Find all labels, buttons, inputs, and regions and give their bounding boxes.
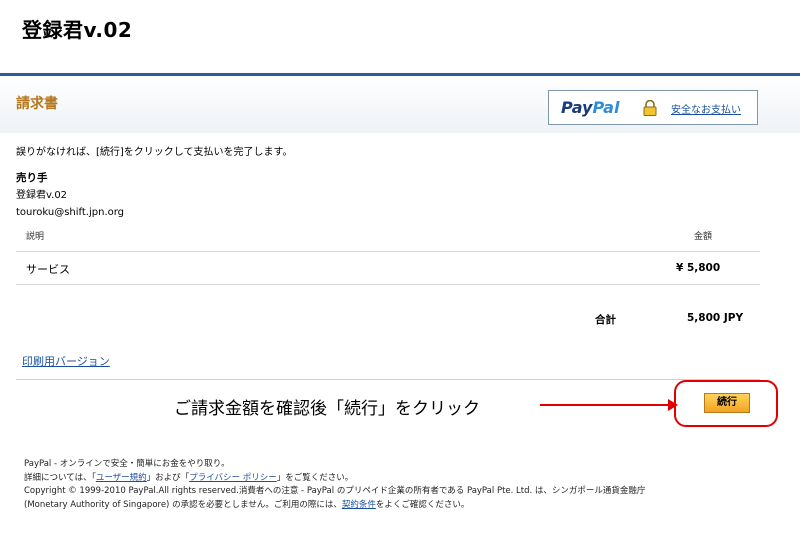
- seller-name: 登録君v.02: [16, 190, 68, 201]
- secure-payment-link[interactable]: 安全なお支払い: [671, 101, 741, 116]
- annotation-arrow: [540, 404, 672, 406]
- total-value: 5,800 JPY: [687, 312, 744, 324]
- seller-email: touroku@shift.jpn.org: [16, 207, 125, 218]
- user-agreement-link[interactable]: ユーザー規約: [96, 473, 147, 483]
- privacy-policy-link[interactable]: プライバシー ポリシー: [189, 473, 277, 483]
- annotation-text: ご請求金額を確認後「続行」をクリック: [174, 399, 480, 419]
- divider: [16, 379, 760, 380]
- paypal-badge: PayPal 安全なお支払い: [548, 90, 758, 125]
- continue-button[interactable]: 続行: [704, 393, 750, 413]
- footer: PayPal - オンラインで安全・簡単にお金をやり取り。 詳細については、「ユ…: [24, 458, 645, 512]
- footer-line: (Monetary Authority of Singapore) の承認を必要…: [24, 499, 470, 510]
- footer-line: Copyright © 1999-2010 PayPal.All rights …: [24, 486, 646, 496]
- lock-icon: [643, 100, 657, 116]
- site-title: 登録君v.02: [22, 18, 133, 42]
- footer-line: 詳細については、「ユーザー規約」および「プライバシー ポリシー」をご覧ください。: [24, 472, 354, 483]
- paypal-logo: PayPal: [561, 98, 620, 117]
- page-title: 請求書: [16, 96, 58, 112]
- divider: [16, 251, 760, 252]
- column-header-description: 説明: [26, 232, 45, 242]
- divider: [16, 284, 760, 285]
- seller-label: 売り手: [16, 172, 48, 184]
- row-amount: ¥ 5,800: [676, 262, 721, 274]
- print-version-link[interactable]: 印刷用バージョン: [22, 353, 110, 369]
- footer-line: PayPal - オンラインで安全・簡単にお金をやり取り。: [24, 459, 230, 469]
- instruction-text: 誤りがなければ、[続行]をクリックして支払いを完了します。: [16, 147, 293, 158]
- terms-link[interactable]: 契約条件: [342, 500, 376, 510]
- row-description: サービス: [26, 263, 70, 276]
- column-header-amount: 金額: [694, 232, 713, 242]
- total-label: 合計: [595, 314, 616, 326]
